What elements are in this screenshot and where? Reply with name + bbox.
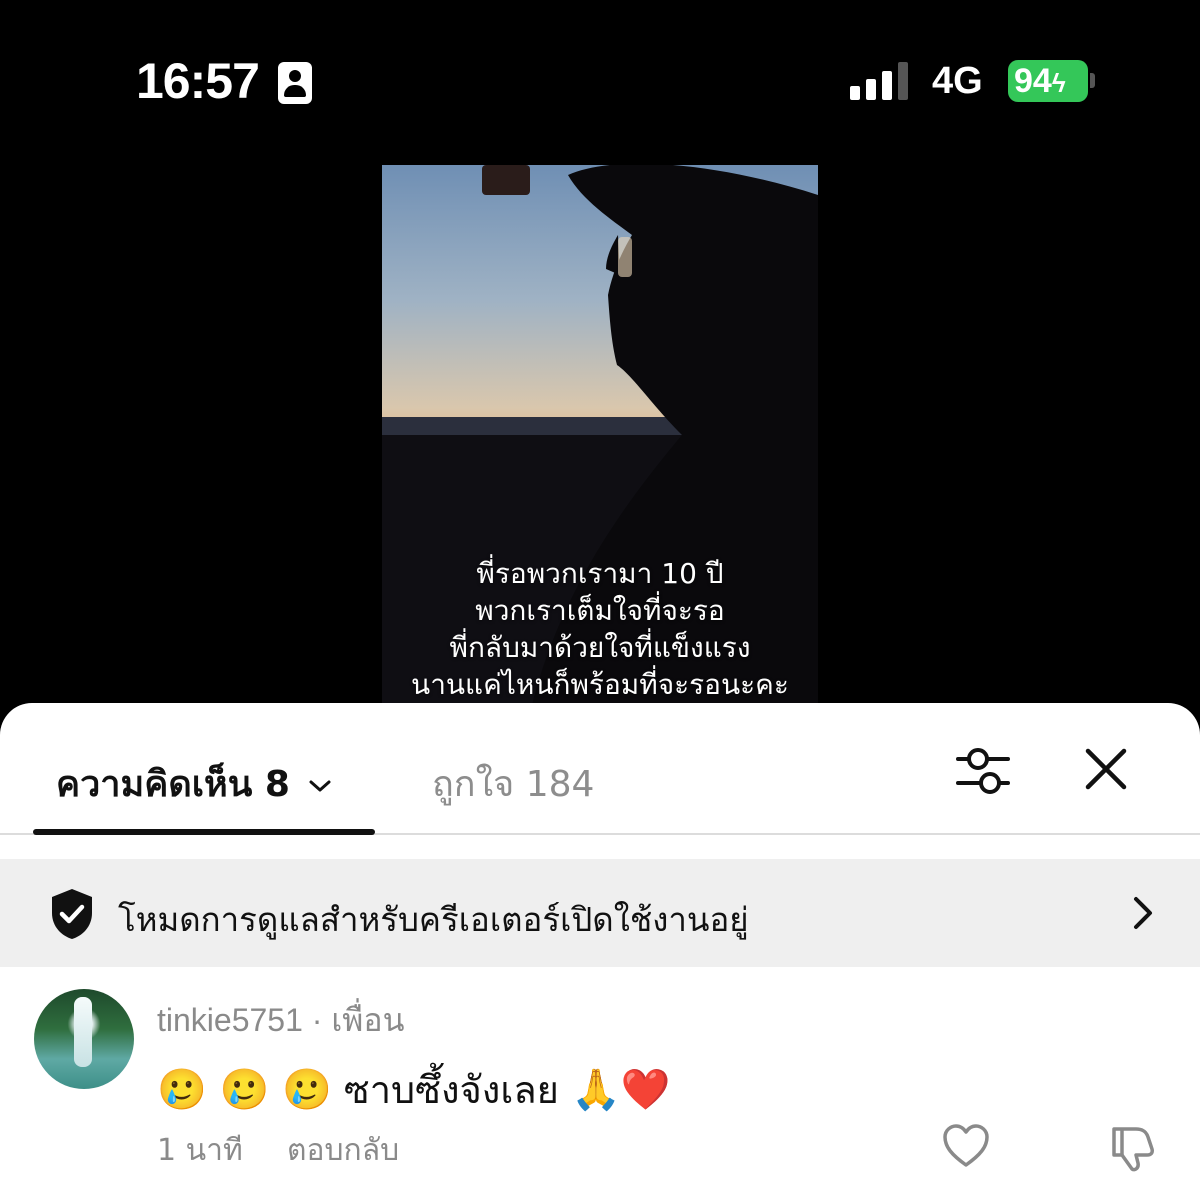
comment-text: 🥲 🥲 🥲 ซาบซึ้งจังเลย 🙏❤️ <box>157 1059 671 1120</box>
friend-tag: · เพื่อน <box>302 1002 405 1038</box>
filter-sliders-icon[interactable] <box>952 743 1014 799</box>
creator-care-mode-banner[interactable]: โหมดการดูแลสำหรับครีเอเตอร์เปิดใช้งานอยู… <box>0 859 1200 967</box>
id-card-icon <box>278 62 312 104</box>
tab-likes[interactable]: ถูกใจ 184 <box>432 755 594 812</box>
chevron-down-icon <box>309 780 331 792</box>
comment-time: 1 นาที <box>157 1133 243 1168</box>
signal-icon <box>850 62 912 100</box>
caption-line: พวกเราเต็มใจที่จะรอ <box>475 594 725 627</box>
close-icon[interactable] <box>1080 743 1132 795</box>
dislike-icon[interactable] <box>1106 1121 1158 1173</box>
battery-tip <box>1090 73 1095 88</box>
clock: 16:57 <box>136 53 260 109</box>
video-caption: พี่รอพวกเรามา 10 ปี พวกเราเต็มใจที่จะรอ … <box>382 555 818 703</box>
status-bar: 16:57 4G 94ϟ <box>0 0 1200 160</box>
avatar[interactable] <box>34 989 134 1089</box>
reply-button[interactable]: ตอบกลับ <box>287 1127 399 1174</box>
caption-line: นานแค่ไหนก็พร้อมที่จะรอนะคะ <box>411 668 789 701</box>
username-text: tinkie5751 <box>157 1002 303 1038</box>
battery-level: 94 <box>1014 62 1052 100</box>
shield-check-icon <box>52 889 92 939</box>
heart-icon[interactable] <box>942 1123 990 1169</box>
comment-emoji-prefix: 🥲 🥲 🥲 <box>157 1067 332 1113</box>
tab-comments[interactable]: ความคิดเห็น 8 <box>56 755 332 812</box>
network-type: 4G <box>932 60 983 102</box>
creator-care-mode-text: โหมดการดูแลสำหรับครีเอเตอร์เปิดใช้งานอยู… <box>118 900 749 939</box>
tab-comments-label: ความคิดเห็น 8 <box>56 764 290 805</box>
comment-text-main: ซาบซึ้งจังเลย <box>331 1068 571 1112</box>
chevron-right-icon <box>1134 897 1152 929</box>
comment-emoji-suffix: 🙏❤️ <box>570 1067 671 1113</box>
caption-line: พี่รอพวกเรามา 10 ปี <box>476 557 724 590</box>
comment-item: tinkie5751 · เพื่อน 🥲 🥲 🥲 ซาบซึ้งจังเลย … <box>0 967 1200 1180</box>
comments-sheet: ความคิดเห็น 8 ถูกใจ 184 โหมดการดูแลสำหรั… <box>0 703 1200 1180</box>
video-player[interactable]: พี่รอพวกเรามา 10 ปี พวกเราเต็มใจที่จะรอ … <box>382 165 818 705</box>
comment-username[interactable]: tinkie5751 · เพื่อน <box>157 995 404 1046</box>
caption-line: พี่กลับมาด้วยใจที่แข็งแรง <box>449 631 751 664</box>
active-tab-indicator <box>33 829 375 835</box>
battery-charging-icon: 94ϟ <box>1008 60 1088 102</box>
sheet-tabs: ความคิดเห็น 8 ถูกใจ 184 <box>0 703 1200 835</box>
